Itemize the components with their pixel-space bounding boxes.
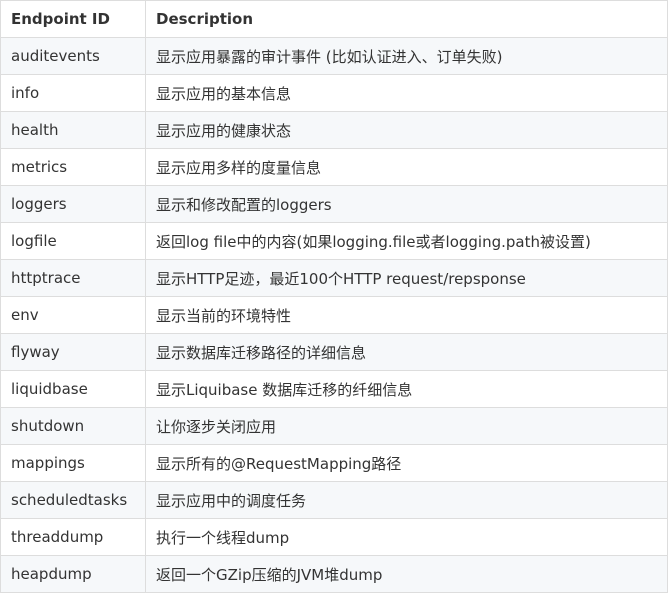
endpoint-id-cell: mappings — [0, 444, 146, 482]
description-cell: 显示应用暴露的审计事件 (比如认证进入、订单失败) — [145, 37, 668, 75]
endpoint-id-cell: httptrace — [0, 259, 146, 297]
description-cell: 显示应用的健康状态 — [145, 111, 668, 149]
header-description: Description — [145, 0, 668, 38]
table-row: loggers 显示和修改配置的loggers — [0, 185, 668, 223]
endpoint-id-cell: loggers — [0, 185, 146, 223]
endpoint-id-cell: auditevents — [0, 37, 146, 75]
description-cell: 显示应用中的调度任务 — [145, 481, 668, 519]
description-cell: 显示Liquibase 数据库迁移的纤细信息 — [145, 370, 668, 408]
endpoint-id-cell: liquidbase — [0, 370, 146, 408]
table-row: flyway 显示数据库迁移路径的详细信息 — [0, 333, 668, 371]
endpoint-id-cell: shutdown — [0, 407, 146, 445]
table-row: health 显示应用的健康状态 — [0, 111, 668, 149]
description-cell: 显示数据库迁移路径的详细信息 — [145, 333, 668, 371]
endpoint-id-cell: env — [0, 296, 146, 334]
table-row: logfile 返回log file中的内容(如果logging.file或者l… — [0, 222, 668, 260]
endpoint-id-cell: scheduledtasks — [0, 481, 146, 519]
table-row: httptrace 显示HTTP足迹，最近100个HTTP request/re… — [0, 259, 668, 297]
endpoint-id-cell: metrics — [0, 148, 146, 186]
table-row: env 显示当前的环境特性 — [0, 296, 668, 334]
table-header-row: Endpoint ID Description — [0, 0, 668, 38]
endpoints-table: Endpoint ID Description auditevents 显示应用… — [0, 0, 668, 593]
table-row: metrics 显示应用多样的度量信息 — [0, 148, 668, 186]
description-cell: 显示和修改配置的loggers — [145, 185, 668, 223]
description-cell: 显示应用的基本信息 — [145, 74, 668, 112]
endpoint-id-cell: info — [0, 74, 146, 112]
endpoint-id-cell: logfile — [0, 222, 146, 260]
table-row: mappings 显示所有的@RequestMapping路径 — [0, 444, 668, 482]
description-cell: 显示所有的@RequestMapping路径 — [145, 444, 668, 482]
table-row: auditevents 显示应用暴露的审计事件 (比如认证进入、订单失败) — [0, 37, 668, 75]
description-cell: 显示当前的环境特性 — [145, 296, 668, 334]
endpoint-id-cell: heapdump — [0, 555, 146, 593]
endpoint-id-cell: health — [0, 111, 146, 149]
header-endpoint-id: Endpoint ID — [0, 0, 146, 38]
endpoint-id-cell: threaddump — [0, 518, 146, 556]
table-row: shutdown 让你逐步关闭应用 — [0, 407, 668, 445]
table-row: liquidbase 显示Liquibase 数据库迁移的纤细信息 — [0, 370, 668, 408]
table-row: threaddump 执行一个线程dump — [0, 518, 668, 556]
description-cell: 让你逐步关闭应用 — [145, 407, 668, 445]
description-cell: 返回一个GZip压缩的JVM堆dump — [145, 555, 668, 593]
description-cell: 显示应用多样的度量信息 — [145, 148, 668, 186]
description-cell: 返回log file中的内容(如果logging.file或者logging.p… — [145, 222, 668, 260]
description-cell: 显示HTTP足迹，最近100个HTTP request/repsponse — [145, 259, 668, 297]
table-row: scheduledtasks 显示应用中的调度任务 — [0, 481, 668, 519]
endpoint-id-cell: flyway — [0, 333, 146, 371]
table-row: heapdump 返回一个GZip压缩的JVM堆dump — [0, 555, 668, 593]
table-row: info 显示应用的基本信息 — [0, 74, 668, 112]
description-cell: 执行一个线程dump — [145, 518, 668, 556]
